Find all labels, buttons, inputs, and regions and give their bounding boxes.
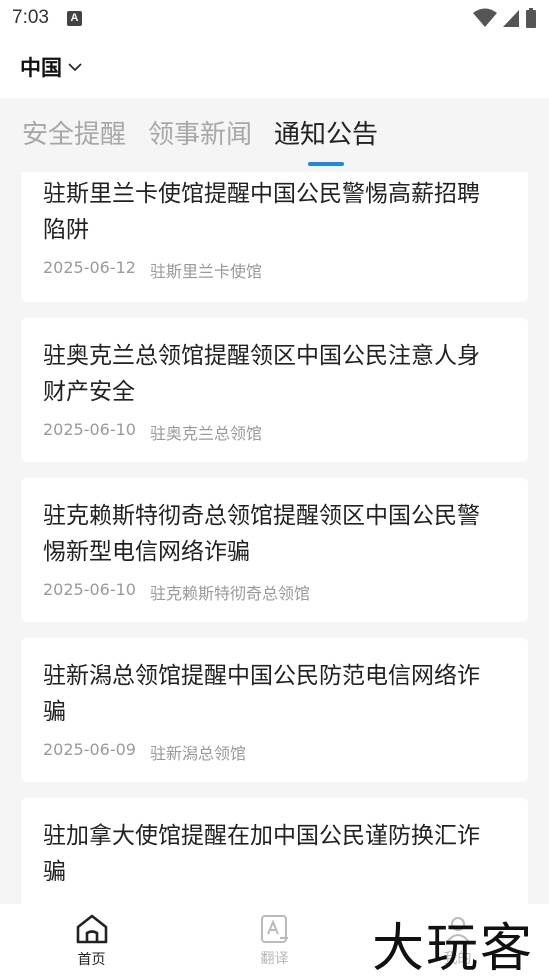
status-indicators xyxy=(473,8,537,28)
nav-translate[interactable]: 翻译 xyxy=(183,904,366,977)
battery-icon xyxy=(526,8,536,28)
home-icon xyxy=(76,914,107,943)
tab-bar: 安全提醒 领事新闻 通知公告 xyxy=(0,98,549,172)
nav-label: 首页 xyxy=(77,951,106,968)
status-time: 7:03 xyxy=(12,7,49,28)
tab-label: 通知公告 xyxy=(274,120,379,150)
card-meta: 2025-06-09 驻新潟总领馆 xyxy=(43,740,506,764)
card-title-line: 驻斯里兰卡使馆提醒中国公民警惕高薪招聘 xyxy=(43,181,480,207)
list-item[interactable]: 驻斯里兰卡使馆提醒中国公民警惕高薪招聘 陷阱 2025-06-12 驻斯里兰卡使… xyxy=(21,172,528,302)
card-title-line: 骗 xyxy=(43,699,66,725)
region-selector[interactable]: 中国 xyxy=(20,52,82,82)
card-source: 驻新潟总领馆 xyxy=(149,744,246,763)
notification-a-icon: A xyxy=(66,10,82,26)
active-tab-indicator xyxy=(308,162,345,166)
card-title-line: 陷阱 xyxy=(43,217,89,243)
nav-home[interactable]: 首页 xyxy=(0,904,183,977)
card-title-line: 惕新型电信网络诈骗 xyxy=(43,539,250,565)
card-date: 2025-06-10 xyxy=(43,580,136,599)
card-source: 驻斯里兰卡使馆 xyxy=(149,262,262,281)
nav-label: 翻译 xyxy=(260,950,289,967)
card-meta: 2025-06-10 驻奥克兰总领馆 xyxy=(43,420,506,444)
wifi-icon xyxy=(473,8,497,27)
tab-label: 安全提醒 xyxy=(22,120,127,150)
card-meta: 2025-06-12 驻斯里兰卡使馆 xyxy=(43,258,506,282)
translate-icon xyxy=(260,914,288,943)
list-item[interactable]: 驻加拿大使馆提醒在加中国公民谨防换汇诈 骗 xyxy=(21,798,528,904)
card-date: 2025-06-10 xyxy=(43,420,136,439)
list-item[interactable]: 驻克赖斯特彻奇总领馆提醒领区中国公民警 惕新型电信网络诈骗 2025-06-10… xyxy=(21,478,528,622)
watermark: 大玩客 xyxy=(372,919,535,977)
card-source: 驻奥克兰总领馆 xyxy=(149,424,262,443)
tab-safety-alerts[interactable]: 安全提醒 xyxy=(22,114,126,166)
header: 中国 xyxy=(0,36,549,98)
list-item[interactable]: 驻奥克兰总领馆提醒领区中国公民注意人身 财产安全 2025-06-10 驻奥克兰… xyxy=(21,318,528,462)
card-meta: 2025-06-10 驻克赖斯特彻奇总领馆 xyxy=(43,580,506,604)
card-source: 驻克赖斯特彻奇总领馆 xyxy=(149,584,310,603)
status-bar: 7:03 A xyxy=(0,0,549,36)
chevron-down-icon xyxy=(68,63,82,72)
notice-list[interactable]: 驻斯里兰卡使馆提醒中国公民警惕高薪招聘 陷阱 2025-06-12 驻斯里兰卡使… xyxy=(0,172,549,904)
card-title-line: 骗 xyxy=(43,859,66,885)
tab-notices[interactable]: 通知公告 xyxy=(274,114,378,166)
tab-label: 领事新闻 xyxy=(148,120,253,150)
card-title-line: 财产安全 xyxy=(43,379,135,405)
region-label: 中国 xyxy=(20,56,62,80)
card-title-line: 驻克赖斯特彻奇总领馆提醒领区中国公民警 xyxy=(43,503,480,529)
card-title-line: 驻加拿大使馆提醒在加中国公民谨防换汇诈 xyxy=(43,823,480,849)
card-title-line: 驻奥克兰总领馆提醒领区中国公民注意人身 xyxy=(43,343,480,369)
card-date: 2025-06-09 xyxy=(43,740,136,759)
list-item[interactable]: 驻新潟总领馆提醒中国公民防范电信网络诈 骗 2025-06-09 驻新潟总领馆 xyxy=(21,638,528,782)
signal-icon xyxy=(503,10,519,27)
card-title-line: 驻新潟总领馆提醒中国公民防范电信网络诈 xyxy=(43,663,480,689)
tab-consular-news[interactable]: 领事新闻 xyxy=(148,114,252,166)
card-date: 2025-06-12 xyxy=(43,258,136,277)
